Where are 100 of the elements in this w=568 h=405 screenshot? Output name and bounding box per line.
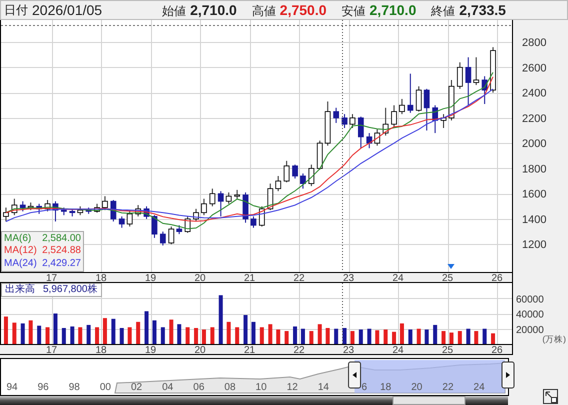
- volume-bar: [128, 327, 132, 344]
- candlestick: [333, 107, 340, 124]
- legend-value: 2,584.00: [42, 232, 81, 245]
- candlestick: [118, 216, 125, 228]
- candlestick: [465, 56, 472, 106]
- price-label: 安値: [342, 2, 366, 20]
- price-value: 2,750.0: [280, 0, 327, 20]
- candlestick: [193, 208, 199, 222]
- x-axis-label: 24: [392, 273, 404, 283]
- candlestick: [292, 164, 298, 180]
- volume-bar: [86, 324, 91, 344]
- timeline-label: 96: [38, 382, 49, 393]
- x-axis-label: 22: [293, 273, 305, 283]
- volume-bar: [152, 320, 156, 344]
- candlestick: [432, 104, 438, 134]
- volume-bar: [144, 311, 149, 344]
- x-axis-label: 17: [46, 273, 58, 283]
- x-axis-label: 20: [194, 273, 206, 283]
- volume-bar: [4, 316, 8, 344]
- candlestick: [250, 216, 256, 228]
- candlestick: [358, 116, 364, 149]
- volume-bar: [194, 328, 198, 344]
- candlestick: [126, 210, 133, 228]
- volume-bar: [491, 333, 496, 344]
- y-axis-label: 2000: [522, 138, 546, 150]
- volume-bar: [342, 328, 347, 344]
- scroll-thumb[interactable]: [392, 396, 466, 405]
- x-axis-label: 22: [293, 345, 305, 355]
- candlestick: [209, 188, 216, 207]
- volume-bar: [375, 330, 380, 344]
- y-axis-label: 40000: [516, 310, 544, 320]
- x-axis-label: 20: [194, 345, 206, 355]
- volume-bar: [326, 328, 330, 344]
- volume-bar: [392, 332, 396, 344]
- candlestick: [374, 128, 380, 146]
- marker-icon: [448, 264, 454, 269]
- timeline-label: 10: [256, 382, 267, 393]
- candlestick: [324, 100, 331, 146]
- legend-value: 2,429.27: [42, 258, 81, 270]
- timeline-label: 18: [380, 382, 392, 393]
- x-axis-label: 19: [144, 273, 156, 283]
- volume-bar: [293, 326, 298, 344]
- candlestick: [258, 206, 265, 228]
- price-value: 2,710.0: [370, 0, 416, 20]
- candlestick: [366, 132, 372, 149]
- volume-bar: [334, 328, 338, 344]
- candlestick: [110, 200, 116, 222]
- candlestick: [3, 207, 9, 222]
- timeline-label: 12: [286, 382, 298, 393]
- range-handle[interactable]: [348, 362, 362, 388]
- volume-bar: [136, 322, 140, 344]
- y-axis-label: 2800: [522, 37, 546, 50]
- volume-bar: [276, 330, 280, 344]
- volume-bar: [474, 331, 478, 344]
- volume-bar: [37, 326, 42, 344]
- candlestick: [28, 202, 34, 211]
- volume-bar: [384, 330, 388, 344]
- timeline-label: 6: [362, 382, 368, 393]
- price-label: 始値: [162, 2, 186, 20]
- y-axis-label: 2600: [522, 62, 546, 74]
- x-axis-label: 26: [491, 273, 503, 283]
- candlestick: [342, 114, 348, 128]
- price-value: 2,710.0: [190, 0, 237, 20]
- candlestick: [69, 208, 76, 217]
- y-axis-label: 1200: [522, 239, 546, 252]
- candlestick: [350, 114, 356, 128]
- x-axis-label: 25: [442, 345, 454, 355]
- candlestick: [144, 206, 150, 220]
- timeline-label: 98: [68, 382, 80, 393]
- volume-bar: [300, 328, 305, 344]
- legend-label: MA(12): [4, 245, 37, 258]
- volume-bar: [218, 295, 223, 344]
- expand-icon[interactable]: [543, 389, 558, 404]
- x-axis-label: 25: [442, 273, 454, 283]
- volume-bar: [210, 327, 214, 344]
- candlestick: [234, 189, 240, 200]
- volume-bar: [28, 320, 33, 344]
- candlestick: [242, 192, 248, 224]
- x-axis-label: 21: [244, 345, 256, 355]
- candlestick: [440, 114, 446, 128]
- unit-label: (万株): [542, 334, 566, 344]
- volume-bar: [458, 331, 462, 344]
- volume-bar: [102, 318, 107, 344]
- volume-bar: [400, 323, 404, 344]
- candlestick: [473, 56, 480, 86]
- range-handle[interactable]: [502, 362, 514, 388]
- candlestick: [226, 192, 232, 204]
- legend-label: MA(6): [4, 232, 32, 245]
- candlestick: [382, 107, 389, 136]
- volume-bar: [442, 331, 446, 344]
- timeline-label: 08: [224, 382, 236, 393]
- volume-bar: [367, 328, 372, 344]
- x-axis-label: 23: [342, 273, 354, 283]
- candlestick: [60, 207, 67, 216]
- timeline-label: 22: [442, 382, 454, 393]
- volume-title: 出来高: [5, 284, 35, 295]
- volume-bar: [62, 328, 66, 344]
- y-axis-label: 2200: [522, 112, 546, 125]
- x-axis-label: 18: [95, 345, 107, 355]
- volume-bar: [12, 322, 16, 344]
